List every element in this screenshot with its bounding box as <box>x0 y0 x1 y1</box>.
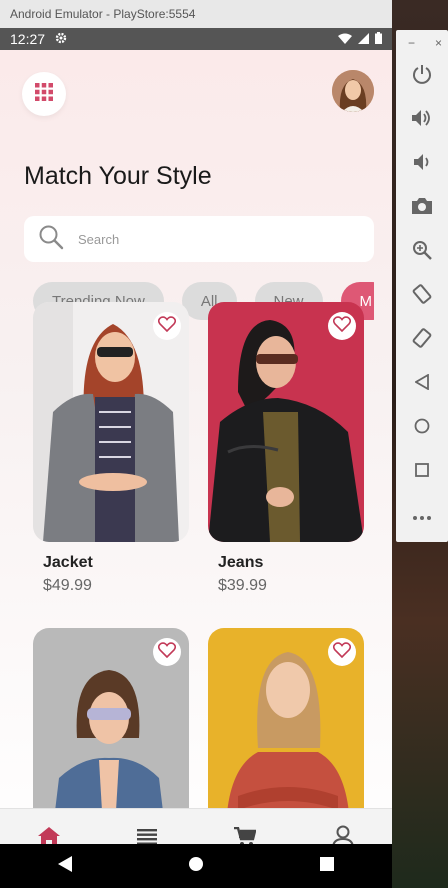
product-card[interactable] <box>33 302 189 542</box>
window-title: Android Emulator - PlayStore:5554 <box>10 7 196 21</box>
more-icon <box>413 507 431 525</box>
system-nav-bar <box>0 844 392 888</box>
overview-button[interactable] <box>410 460 434 484</box>
volume-up-icon <box>412 109 432 132</box>
settings-icon <box>55 31 67 47</box>
overview-icon <box>415 462 429 482</box>
more-button[interactable] <box>410 504 434 528</box>
product-card[interactable] <box>33 628 189 828</box>
search-icon <box>38 224 64 255</box>
power-icon <box>412 64 432 89</box>
product-name: Jacket <box>43 554 93 571</box>
favorite-button[interactable] <box>153 638 181 666</box>
grid-icon <box>35 82 53 106</box>
home-button[interactable] <box>410 416 434 440</box>
battery-icon <box>375 31 382 47</box>
product-price: $49.99 <box>43 577 92 594</box>
rotate-right-icon <box>412 327 432 353</box>
heart-icon <box>332 641 352 663</box>
product-card[interactable] <box>208 302 364 542</box>
wifi-icon <box>338 31 352 47</box>
favorite-button[interactable] <box>328 638 356 666</box>
product-card[interactable] <box>208 628 364 828</box>
status-bar: 12:27 <box>0 28 392 50</box>
rotate-left-button[interactable] <box>410 283 434 309</box>
product-name: Jeans <box>218 554 264 571</box>
close-icon[interactable]: × <box>435 36 442 50</box>
power-button[interactable] <box>410 64 434 88</box>
camera-icon <box>412 197 432 219</box>
back-icon <box>414 372 429 395</box>
app-screen: Match Your Style Trending Now All New M <box>0 50 392 870</box>
screenshot-button[interactable] <box>410 196 434 220</box>
heart-icon <box>157 315 177 337</box>
menu-button[interactable] <box>22 72 66 116</box>
status-time: 12:27 <box>10 31 46 47</box>
emulator-toolbar: − × <box>396 30 448 542</box>
home-dot-icon[interactable] <box>188 856 204 877</box>
avatar[interactable] <box>332 70 374 112</box>
rotate-left-icon <box>412 283 432 309</box>
zoom-button[interactable] <box>410 240 434 264</box>
product-price: $39.99 <box>218 577 267 594</box>
signal-icon <box>358 31 369 47</box>
favorite-button[interactable] <box>153 312 181 340</box>
search-bar[interactable] <box>24 216 374 262</box>
search-input[interactable] <box>78 231 338 247</box>
heart-icon <box>157 641 177 663</box>
minimize-icon[interactable]: − <box>408 36 415 50</box>
zoom-icon <box>412 240 432 265</box>
back-triangle-icon[interactable] <box>58 855 72 877</box>
home-circle-icon <box>414 418 430 439</box>
rotate-right-button[interactable] <box>410 327 434 353</box>
volume-down-button[interactable] <box>410 152 434 176</box>
favorite-button[interactable] <box>328 312 356 340</box>
page-title: Match Your Style <box>24 162 212 190</box>
recents-square-icon[interactable] <box>320 856 334 876</box>
volume-down-icon <box>414 153 430 176</box>
heart-icon <box>332 315 352 337</box>
emulator-titlebar: Android Emulator - PlayStore:5554 <box>0 0 392 28</box>
volume-up-button[interactable] <box>410 108 434 132</box>
phone-screen: 12:27 Match Your Style Search Trending N… <box>0 28 392 888</box>
back-button[interactable] <box>410 372 434 396</box>
